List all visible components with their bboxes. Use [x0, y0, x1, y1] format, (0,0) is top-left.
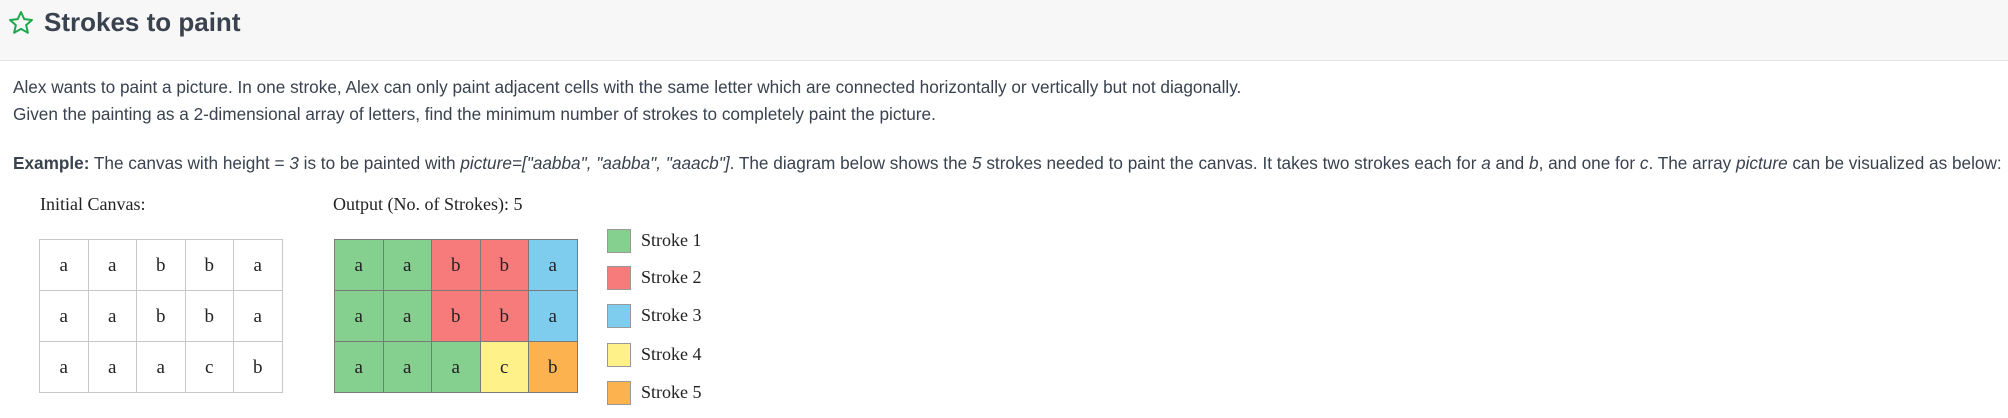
legend-swatch: [607, 343, 631, 367]
example-text: . The diagram below shows the: [729, 153, 972, 173]
legend-label: Stroke 4: [641, 344, 702, 364]
initial-cell: b: [136, 290, 186, 342]
initial-cell: b: [136, 239, 186, 291]
example-text: . The array: [1648, 153, 1737, 173]
output-cell: b: [528, 341, 578, 393]
output-cell: a: [382, 239, 432, 291]
output-cell: a: [431, 341, 481, 393]
example-text: and: [1490, 153, 1530, 173]
star-icon[interactable]: [7, 9, 35, 37]
initial-cell: a: [87, 290, 137, 342]
legend-label: Stroke 2: [641, 267, 702, 287]
description-line-1: Alex wants to paint a picture. In one st…: [13, 77, 1242, 97]
legend-swatch: [607, 229, 631, 253]
example-picture-word: picture: [1736, 153, 1788, 173]
output-cell: b: [479, 290, 529, 342]
example-label: Example:: [13, 153, 90, 173]
output-cell: b: [431, 239, 481, 291]
output-cell: c: [479, 341, 529, 393]
output-cell: a: [528, 290, 578, 342]
example-text: is to be painted with: [298, 153, 461, 173]
initial-cell: a: [39, 290, 89, 342]
output-cell: a: [382, 341, 432, 393]
initial-cell: b: [184, 290, 234, 342]
output-cell: a: [334, 290, 384, 342]
output-cell: b: [479, 239, 529, 291]
example-paragraph: Example: The canvas with height = 3 is t…: [13, 152, 2002, 174]
output-cell: a: [382, 290, 432, 342]
page-header: Strokes to paint: [0, 0, 2008, 61]
page-title: Strokes to paint: [44, 7, 241, 37]
example-height: 3: [289, 153, 299, 173]
output-cell: a: [528, 239, 578, 291]
legend-label: Stroke 3: [641, 305, 702, 325]
example-text: , and one for: [1538, 153, 1640, 173]
example-text: can be visualized as below:: [1787, 153, 2002, 173]
output-cell: a: [334, 341, 384, 393]
initial-cell: a: [87, 239, 137, 291]
initial-cell: a: [87, 341, 137, 393]
initial-cell: a: [39, 239, 89, 291]
initial-cell: a: [233, 290, 283, 342]
output-cell: a: [334, 239, 384, 291]
example-letter-a: a: [1481, 153, 1491, 173]
example-text: The canvas with height =: [89, 153, 290, 173]
initial-cell: a: [233, 239, 283, 291]
example-letter-b: b: [1529, 153, 1539, 173]
output-label: Output (No. of Strokes): 5: [333, 194, 523, 214]
legend-swatch: [607, 381, 631, 405]
legend-label: Stroke 1: [641, 230, 702, 250]
example-picture-array: picture=["aabba", "aabba", "aaacb"]: [460, 153, 730, 173]
legend-swatch: [607, 266, 631, 290]
description-line-2: Given the painting as a 2-dimensional ar…: [13, 104, 936, 124]
initial-canvas-label: Initial Canvas:: [40, 194, 146, 214]
output-cell: b: [431, 290, 481, 342]
initial-cell: a: [136, 341, 186, 393]
initial-cell: a: [39, 341, 89, 393]
legend-label: Stroke 5: [641, 382, 702, 402]
example-strokes-count: 5: [971, 153, 982, 173]
example-text: strokes needed to paint the canvas. It t…: [981, 153, 1482, 173]
initial-cell: b: [233, 341, 283, 393]
legend-swatch: [607, 304, 631, 328]
initial-cell: b: [184, 239, 234, 291]
initial-cell: c: [184, 341, 234, 393]
